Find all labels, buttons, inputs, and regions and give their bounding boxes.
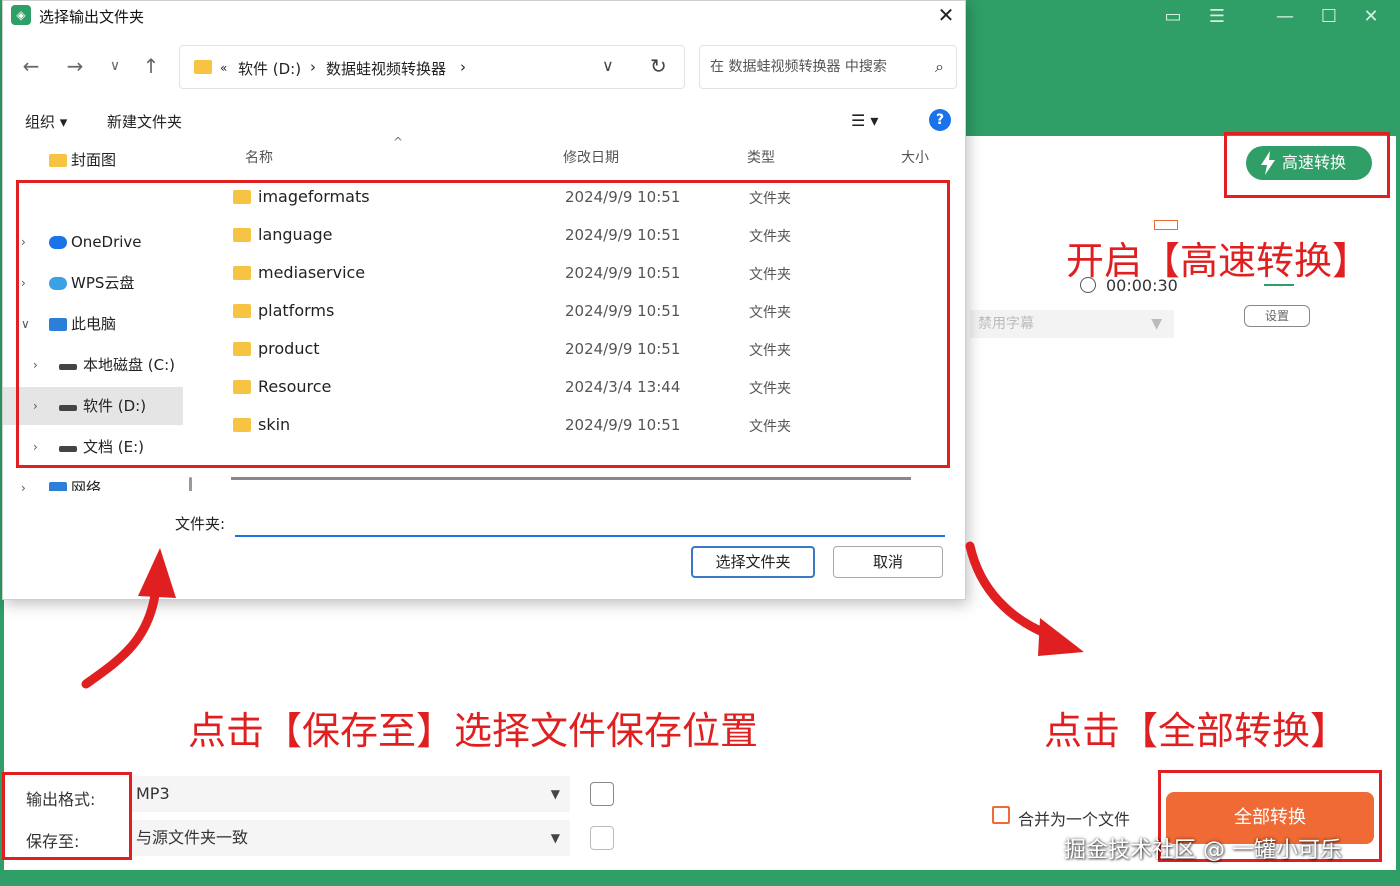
- view-options-icon[interactable]: ☰ ▾: [851, 111, 878, 130]
- search-icon: ⌕: [935, 57, 944, 76]
- app-border-right: [1396, 0, 1400, 886]
- address-segment-folder[interactable]: 数据蛙视频转换器: [326, 58, 446, 79]
- network-icon: [49, 482, 67, 491]
- horizontal-scrollbar[interactable]: [231, 477, 911, 480]
- tree-item-label: 网络: [71, 479, 102, 491]
- maximize-icon[interactable]: ☐: [1316, 6, 1342, 28]
- comment-icon[interactable]: ▭: [1160, 6, 1186, 28]
- refresh-icon[interactable]: ↻: [650, 54, 667, 78]
- cancel-button[interactable]: 取消: [833, 546, 943, 578]
- new-folder-button[interactable]: 新建文件夹: [107, 111, 182, 132]
- tree-item-cover[interactable]: 封面图: [3, 141, 183, 179]
- search-placeholder: 在 数据蛙视频转换器 中搜索: [710, 59, 887, 75]
- chevron-right-icon: ›: [21, 481, 26, 491]
- dialog-close-icon[interactable]: ✕: [933, 3, 959, 27]
- back-icon[interactable]: ←: [17, 53, 45, 79]
- app-logo-icon: ◈: [11, 5, 31, 25]
- output-format-select[interactable]: MP3 ▼: [130, 776, 570, 812]
- forward-icon[interactable]: →: [61, 53, 89, 79]
- close-icon[interactable]: ✕: [1358, 6, 1384, 28]
- folder-input[interactable]: [235, 509, 945, 537]
- arrow-to-folder-input: [81, 583, 161, 689]
- tree-item-network[interactable]: › 网络: [3, 469, 183, 491]
- format-settings-icon[interactable]: [590, 782, 614, 806]
- column-size[interactable]: 大小: [901, 147, 929, 167]
- dialog-titlebar: ◈ 选择输出文件夹 ✕: [3, 1, 965, 31]
- dialog-title: 选择输出文件夹: [39, 8, 145, 26]
- chevron-down-icon[interactable]: ∨: [602, 56, 614, 75]
- output-format-value: MP3: [136, 784, 170, 803]
- chevron-right-icon: ›: [460, 58, 466, 76]
- column-type[interactable]: 类型: [747, 147, 775, 167]
- open-folder-icon[interactable]: [590, 826, 614, 850]
- search-input[interactable]: 在 数据蛙视频转换器 中搜索 ⌕: [699, 45, 957, 89]
- annotation-save-hint: 点击【保存至】选择文件保存位置: [188, 709, 759, 753]
- folder-icon: [194, 60, 212, 74]
- highlight-speed-button: [1224, 132, 1390, 198]
- highlight-save-to: [2, 772, 132, 860]
- up-icon[interactable]: ↑: [137, 53, 165, 79]
- address-overflow[interactable]: «: [220, 61, 227, 75]
- organize-menu[interactable]: 组织 ▾: [25, 111, 67, 132]
- arrow-head-down: [1038, 618, 1084, 656]
- subtitle-select[interactable]: 禁用字幕 ▼: [970, 310, 1174, 338]
- address-bar[interactable]: « 软件 (D:) › 数据蛙视频转换器 › ∨ ↻: [179, 45, 685, 89]
- save-to-value: 与源文件夹一致: [136, 828, 249, 847]
- chevron-right-icon: ›: [310, 58, 316, 76]
- arrow-to-convert: [965, 541, 1057, 641]
- chevron-down-icon: ▼: [1151, 316, 1162, 332]
- highlight-file-list: [16, 180, 950, 468]
- annotation-convert-hint: 点击【全部转换】: [1044, 709, 1349, 753]
- recent-dropdown-icon[interactable]: ∨: [101, 53, 129, 79]
- subtitle-select-value: 禁用字幕: [978, 316, 1034, 332]
- watermark: 掘金技术社区 @ 一罐小可乐: [1064, 838, 1342, 863]
- folder-icon: [49, 154, 67, 167]
- folder-field-label: 文件夹:: [175, 515, 226, 533]
- minimize-icon[interactable]: —: [1272, 6, 1298, 28]
- annotation-speed-hint: 开启【高速转换】: [1066, 239, 1371, 283]
- address-segment-drive[interactable]: 软件 (D:): [238, 58, 301, 79]
- chevron-down-icon: ▼: [550, 831, 560, 845]
- dialog-toolbar: 组织 ▾ 新建文件夹 ☰ ▾: [3, 101, 965, 139]
- settings-button[interactable]: 设置: [1244, 305, 1310, 327]
- select-folder-button[interactable]: 选择文件夹: [691, 546, 815, 578]
- column-name[interactable]: 名称: [245, 147, 273, 167]
- save-to-select[interactable]: 与源文件夹一致 ▼: [130, 820, 570, 856]
- sort-ascending-icon: ^: [393, 135, 404, 149]
- app-border-bottom: [0, 870, 1400, 886]
- tree-scrollbar[interactable]: [189, 477, 192, 491]
- merge-label: 合并为一个文件: [1018, 810, 1131, 829]
- tree-item-label: 封面图: [71, 151, 117, 169]
- chevron-down-icon: ▼: [550, 787, 560, 801]
- subtitle-badge-icon: [1154, 220, 1178, 230]
- merge-checkbox[interactable]: [992, 806, 1010, 824]
- help-icon[interactable]: ?: [929, 109, 951, 131]
- column-modified[interactable]: 修改日期: [563, 147, 619, 167]
- menu-icon[interactable]: ☰: [1204, 6, 1230, 28]
